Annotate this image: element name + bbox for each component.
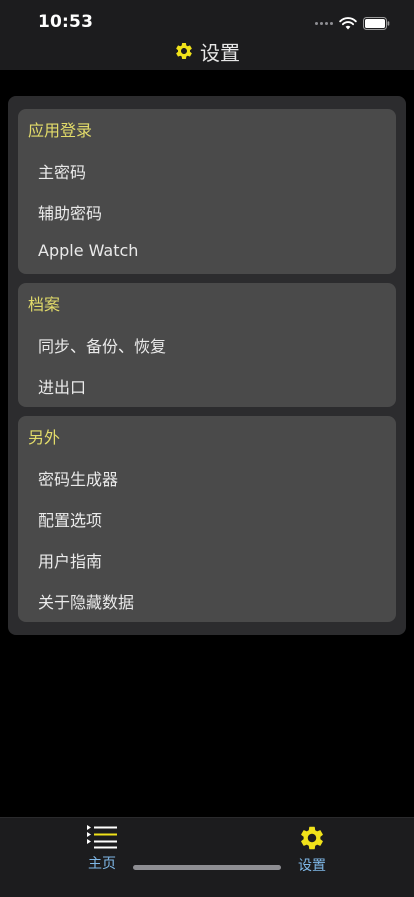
page-title: 设置: [0, 38, 414, 65]
settings-item-sync-backup-restore[interactable]: 同步、备份、恢复: [38, 333, 166, 357]
home-indicator[interactable]: [133, 865, 281, 870]
tab-settings-label: 设置: [298, 858, 326, 874]
settings-item-config-options[interactable]: 配置选项: [38, 507, 102, 531]
top-bar: 10:53 设置: [0, 0, 414, 70]
section-header: 档案: [28, 295, 61, 314]
settings-item-master-password[interactable]: 主密码: [38, 159, 86, 183]
settings-item-user-guide[interactable]: 用户指南: [38, 548, 102, 572]
settings-item-import-export[interactable]: 进出口: [38, 374, 86, 398]
cellular-signal-icon: [315, 21, 333, 25]
status-time: 10:53: [38, 12, 94, 32]
battery-icon: [363, 16, 390, 30]
settings-item-secondary-password[interactable]: 辅助密码: [38, 200, 102, 224]
gear-icon: [176, 42, 192, 59]
wifi-icon: [339, 16, 357, 29]
gear-icon: [301, 826, 323, 850]
tab-home-label: 主页: [88, 856, 116, 872]
section-header: 另外: [28, 428, 61, 447]
settings-item-apple-watch[interactable]: Apple Watch: [38, 241, 138, 260]
status-icons: [315, 14, 390, 32]
section-other: 另外 密码生成器 配置选项 用户指南 关于隐藏数据: [18, 416, 396, 622]
settings-item-about-hidden-data[interactable]: 关于隐藏数据: [38, 589, 134, 613]
tab-bar: 主页 设置: [0, 817, 414, 897]
page-title-text: 设置: [200, 40, 240, 65]
settings-panel: 应用登录 主密码 辅助密码 Apple Watch 档案 同步、备份、恢复 进出…: [8, 96, 406, 635]
settings-item-password-generator[interactable]: 密码生成器: [38, 466, 118, 490]
section-archive: 档案 同步、备份、恢复 进出口: [18, 283, 396, 407]
list-icon: [87, 825, 117, 849]
section-header: 应用登录: [28, 121, 93, 140]
section-app-login: 应用登录 主密码 辅助密码 Apple Watch: [18, 109, 396, 274]
